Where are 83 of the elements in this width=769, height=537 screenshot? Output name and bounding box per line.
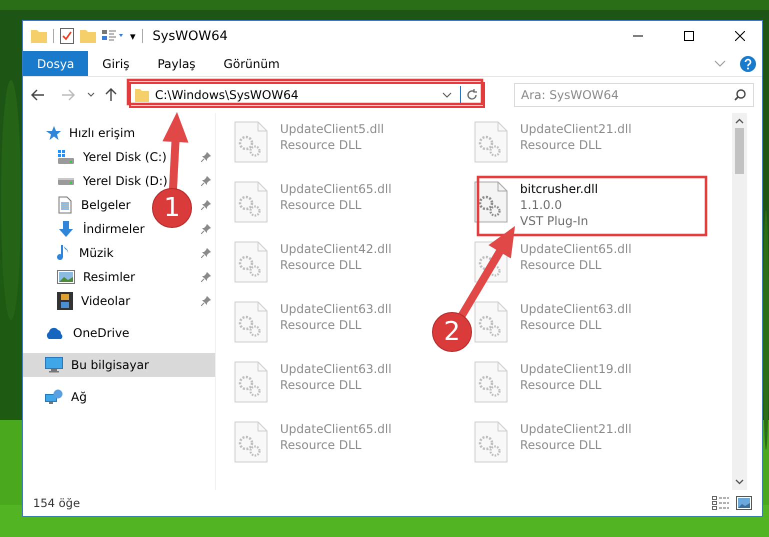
document-icon: [57, 196, 73, 214]
file-icon[interactable]: [234, 361, 268, 403]
properties-icon[interactable]: [60, 28, 74, 44]
pin-icon[interactable]: [201, 176, 211, 186]
folder-icon: [135, 88, 149, 102]
file-icon[interactable]: [474, 301, 508, 343]
maximize-icon[interactable]: [684, 31, 694, 41]
search-icon[interactable]: [734, 89, 746, 101]
file-icon[interactable]: [234, 121, 268, 163]
music-note-icon: [57, 244, 71, 262]
search-field[interactable]: Ara: SysWOW64: [514, 83, 754, 107]
scroll-up-icon[interactable]: [735, 118, 744, 124]
drive-icon: [57, 149, 75, 165]
file-detail: VST Plug-In: [520, 213, 590, 229]
sidebar-item[interactable]: Hızlı erişim: [23, 121, 140, 145]
download-icon: [57, 220, 75, 238]
sidebar-item[interactable]: Belgeler: [23, 193, 135, 217]
sidebar-item[interactable]: Videolar: [23, 289, 134, 313]
ribbon-tab[interactable]: Paylaş: [143, 51, 210, 76]
file-detail: Resource DLL: [280, 257, 362, 273]
file-icon[interactable]: [474, 361, 508, 403]
address-bar[interactable]: C:\Windows\SysWOW64: [129, 82, 485, 108]
file-detail: Resource DLL: [520, 377, 602, 393]
forward-icon[interactable]: [61, 89, 75, 101]
back-icon[interactable]: [31, 89, 45, 101]
file-icon[interactable]: [474, 121, 508, 163]
sidebar-item[interactable]: Resimler: [23, 265, 140, 289]
file-detail: 1.1.0.0: [520, 197, 563, 213]
scroll-down-icon[interactable]: [735, 479, 744, 485]
file-icon[interactable]: [474, 181, 508, 223]
scroll-thumb[interactable]: [735, 128, 744, 174]
help-icon[interactable]: [740, 56, 756, 72]
pin-icon[interactable]: [201, 200, 211, 210]
ribbon-tab[interactable]: Giriş: [88, 51, 144, 76]
star-icon: [45, 125, 61, 141]
file-tab[interactable]: Dosya: [23, 51, 88, 76]
pin-icon[interactable]: [201, 152, 211, 162]
computer-icon: [45, 357, 63, 373]
scrollbar[interactable]: [732, 113, 747, 490]
ribbon-tab[interactable]: Görünüm: [210, 51, 294, 76]
file-icon[interactable]: [234, 301, 268, 343]
dropdown-icon[interactable]: [442, 92, 452, 98]
window-title: SysWOW64: [152, 28, 229, 44]
item-count: 154 öğe: [33, 496, 82, 510]
pin-icon[interactable]: [201, 224, 211, 234]
refresh-icon[interactable]: [466, 89, 478, 101]
view-icon[interactable]: [102, 29, 124, 43]
picture-icon: [57, 270, 75, 284]
cloud-icon: [45, 327, 65, 339]
file-detail: Resource DLL: [520, 317, 602, 333]
up-icon[interactable]: [105, 88, 117, 102]
file-detail: Resource DLL: [280, 197, 362, 213]
file-detail: Resource DLL: [520, 137, 602, 153]
film-icon: [57, 292, 73, 310]
details-view-icon[interactable]: [712, 496, 730, 510]
customize-arrow[interactable]: ▾: [130, 30, 136, 42]
file-name[interactable]: bitcrusher.dll: [520, 181, 598, 197]
file-detail: Resource DLL: [280, 377, 362, 393]
sidebar-item[interactable]: Yerel Disk (C:): [23, 145, 171, 169]
sidebar-item[interactable]: Müzik: [23, 241, 118, 265]
pin-icon[interactable]: [201, 272, 211, 282]
address-path: C:\Windows\SysWOW64: [154, 88, 300, 102]
pin-icon[interactable]: [201, 296, 211, 306]
file-detail: Resource DLL: [520, 257, 602, 273]
large-icons-view-icon[interactable]: [736, 496, 752, 510]
close-icon[interactable]: [734, 31, 744, 41]
sidebar-item[interactable]: Bu bilgisayar: [23, 353, 215, 377]
file-icon[interactable]: [234, 181, 268, 223]
sidebar-item[interactable]: Ağ: [23, 385, 91, 409]
file-detail: Resource DLL: [280, 137, 362, 153]
network-icon: [45, 389, 63, 405]
drive-icon: [58, 178, 74, 184]
pin-icon[interactable]: [201, 248, 211, 258]
sidebar-item[interactable]: OneDrive: [23, 321, 134, 345]
file-detail: Resource DLL: [280, 317, 362, 333]
sidebar-item[interactable]: İndirmeler: [23, 217, 149, 241]
file-icon[interactable]: [474, 421, 508, 463]
file-icon[interactable]: [234, 421, 268, 463]
expand-ribbon-icon[interactable]: [714, 60, 726, 68]
file-icon[interactable]: [234, 241, 268, 283]
recent-locations-icon[interactable]: [87, 92, 95, 98]
file-detail: Resource DLL: [280, 437, 362, 453]
file-detail: Resource DLL: [520, 437, 602, 453]
